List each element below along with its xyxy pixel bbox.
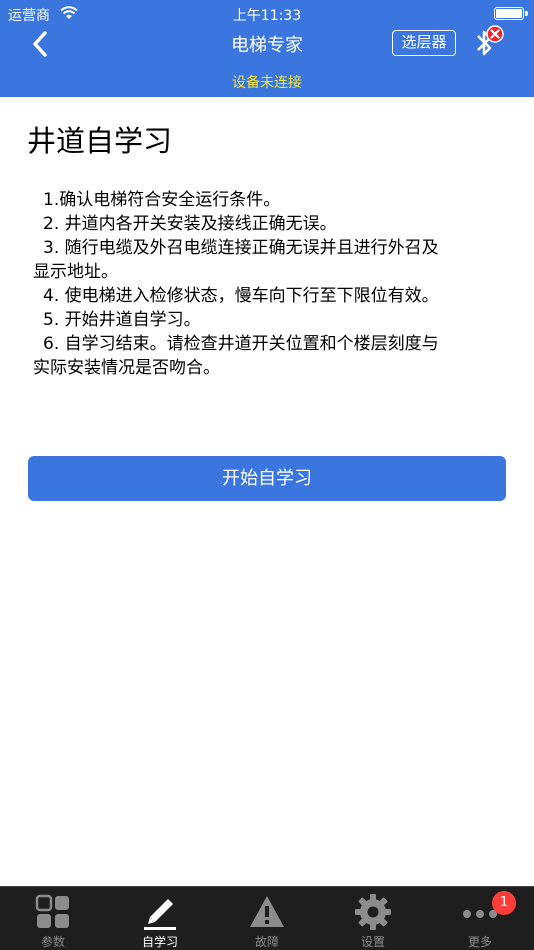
instruction-list: 1.确认电梯符合安全运行条件。 2. 井道内各开关安装及接线正确无误。 3. 随… <box>33 188 503 380</box>
tab-label: 设置 <box>360 935 385 949</box>
screen: 运营商 上午11:33 电梯专家 选层器 设备未连接 井道自学习 1.确认电梯符… <box>0 0 534 950</box>
pencil-icon <box>144 899 176 930</box>
navbar: 电梯专家 选层器 <box>0 25 534 60</box>
battery-icon <box>494 7 528 20</box>
tab-label: 参数 <box>40 935 65 949</box>
instruction-step: 1.确认电梯符合安全运行条件。 <box>43 190 281 210</box>
instruction-step: 6. 自学习结束。请检查井道开关位置和个楼层刻度与 <box>43 334 439 354</box>
tab-self-learning[interactable]: 自学习 <box>107 887 213 950</box>
instruction-step: 5. 开始井道自学习。 <box>43 310 201 330</box>
tab-label: 故障 <box>254 935 279 949</box>
notification-badge: 1 <box>492 891 516 915</box>
tab-faults[interactable]: 故障 <box>214 887 320 950</box>
grid-icon <box>35 894 69 928</box>
header: 运营商 上午11:33 电梯专家 选层器 设备未连接 <box>0 0 534 97</box>
instruction-step: 实际安装情况是否吻合。 <box>33 358 220 378</box>
status-time: 上午11:33 <box>232 8 302 24</box>
connection-status: 设备未连接 <box>232 75 302 91</box>
instruction-step: 4. 使电梯进入检修状态，慢车向下行至下限位有效。 <box>43 286 439 306</box>
tab-more[interactable]: 更多 <box>427 887 533 950</box>
warning-icon <box>250 896 284 927</box>
instruction-step: 显示地址。 <box>33 262 118 282</box>
tab-label: 更多 <box>467 935 492 949</box>
section-title: 井道自学习 <box>27 124 173 158</box>
gear-icon <box>355 894 391 930</box>
tab-settings[interactable]: 设置 <box>320 887 426 950</box>
tab-params[interactable]: 参数 <box>0 887 106 950</box>
instruction-step: 2. 井道内各开关安装及接线正确无误。 <box>43 214 337 234</box>
tab-label: 自学习 <box>141 935 178 949</box>
bluetooth-disconnected-icon[interactable] <box>470 23 506 63</box>
instruction-step: 3. 随行电缆及外召电缆连接正确无误并且进行外召及 <box>43 238 439 258</box>
status-bar: 运营商 上午11:33 <box>0 0 534 28</box>
floor-selector-button[interactable]: 选层器 <box>392 30 456 56</box>
start-self-learning-button[interactable]: 开始自学习 <box>28 456 506 501</box>
tab-bar: 参数 自学习 故障 设置 更多 <box>0 886 534 950</box>
